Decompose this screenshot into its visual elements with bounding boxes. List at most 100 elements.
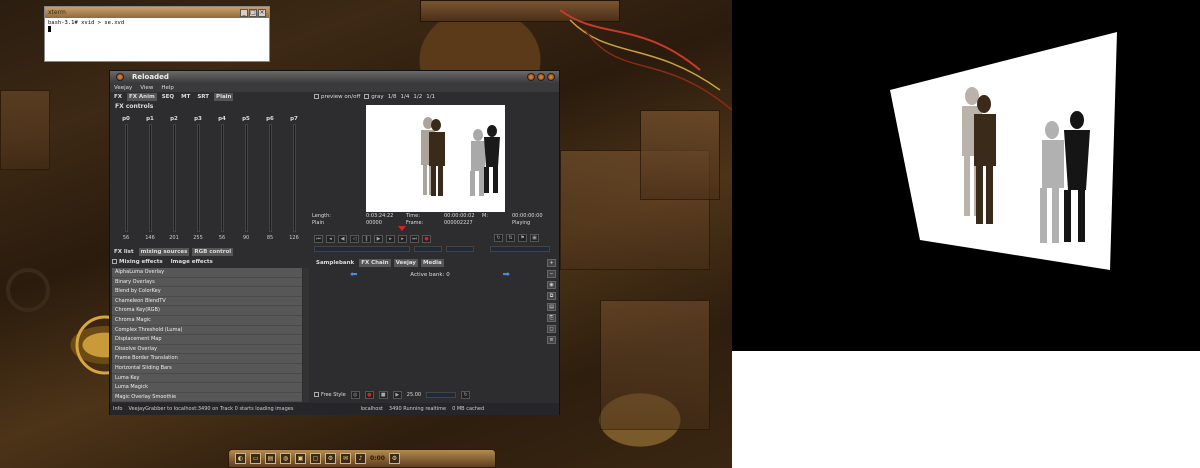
list-icon[interactable]: ≡ [547,336,556,344]
list-item[interactable]: Binary Overlays [112,278,302,288]
zoom-gray[interactable]: gray [364,94,384,100]
video-output-window[interactable] [732,0,1200,351]
eye-icon[interactable]: ◎ [350,391,360,399]
fps-value[interactable]: 25.00 [407,392,421,398]
add-sample-icon[interactable]: + [547,259,556,267]
monitor-icon[interactable]: ▣ [295,453,306,464]
clear-icon[interactable]: ◻ [547,325,556,333]
param-slider[interactable]: p1 146 [141,116,159,246]
list-item[interactable]: Horizontal Sliding Bars [112,364,302,374]
param-slider[interactable]: p0 56 [117,116,135,246]
list-item[interactable]: Luma Key [112,374,302,384]
tab-rgb-control[interactable]: RGB control [192,248,234,256]
checkbox-icon[interactable] [112,259,117,264]
stop-icon[interactable]: ■ [378,391,388,399]
refresh-icon[interactable]: ↻ [461,391,471,399]
free-style-toggle[interactable]: Free Style [314,392,346,398]
checkbox-icon[interactable] [314,94,319,99]
param-slider[interactable]: p5 90 [237,116,255,246]
tab-samplebank[interactable]: Samplebank [314,259,356,267]
list-item[interactable]: Chroma Key(RGB) [112,306,302,316]
param-slider[interactable]: p2 201 [165,116,183,246]
marker-slider[interactable] [490,246,550,252]
close-icon[interactable]: × [258,8,266,17]
tab-mixing-effects[interactable]: Mixing effects [112,259,163,265]
tab-fx[interactable]: FX [112,93,124,101]
list-item[interactable]: Magic Overlay Smoothie [112,393,302,402]
zoom-1-4[interactable]: 1/4 [401,94,410,100]
goto-end-icon[interactable]: ⏭ [410,235,419,243]
slow-slider[interactable] [446,246,474,252]
tab-mixing-sources[interactable]: mixing sources [138,248,190,256]
speed-icon[interactable]: ⇅ [506,234,515,242]
maximize-icon[interactable]: □ [249,8,257,17]
fx-list[interactable]: AlphaLuma Overlay Binary Overlays Blend … [112,268,302,402]
snapshot-icon[interactable]: ▣ [530,234,539,242]
minimize-icon[interactable]: _ [240,8,248,17]
param-slider[interactable]: p6 85 [261,116,279,246]
active-bank-value[interactable]: 0 [446,272,450,278]
speed-slider[interactable] [414,246,442,252]
maximize-icon[interactable] [537,73,545,81]
list-item[interactable]: Chroma Magic [112,316,302,326]
param-slider[interactable]: p4 56 [213,116,231,246]
bank-next-icon[interactable]: ➡ [502,270,510,280]
start-menu-icon[interactable]: ◐ [235,453,246,464]
playhead-marker-icon[interactable] [398,226,406,231]
minimize-icon[interactable] [527,73,535,81]
menu-help[interactable]: Help [161,85,174,91]
gear-icon[interactable]: ⚙ [388,453,400,464]
zoom-1-1[interactable]: 1/1 [426,94,435,100]
slider-track[interactable] [196,124,200,232]
slider-track[interactable] [220,124,224,232]
record-icon[interactable]: ● [422,235,431,243]
loop-icon[interactable]: ↻ [494,234,503,242]
checkbox-icon[interactable] [364,94,370,99]
list-item[interactable]: Displacement Map [112,335,302,345]
tab-seq[interactable]: SEQ [160,93,176,101]
goto-start-icon[interactable]: ⏮ [314,235,323,243]
save-icon[interactable]: ▤ [547,303,556,311]
zoom-1-8[interactable]: 1/8 [388,94,397,100]
terminal-body[interactable]: bash-3.1# xvid > se.xvd [45,18,269,35]
timeline-slider[interactable] [314,246,410,252]
fx-list-scrollbar[interactable] [303,268,309,402]
pause-icon[interactable]: ‖ [362,235,371,243]
tab-fx-list[interactable]: FX list [112,248,136,256]
play-sample-icon[interactable]: ▶ [392,391,402,399]
slider-track[interactable] [244,124,248,232]
tab-fx-chain[interactable]: FX Chain [359,259,391,267]
slider-track[interactable] [124,124,128,232]
list-item[interactable]: Chameleon BlendTV [112,297,302,307]
list-item[interactable]: Frame Border Translation [112,354,302,364]
copy-icon[interactable]: ⧉ [547,292,556,300]
rewind-icon[interactable]: ◀ [338,235,347,243]
prev-frame-icon[interactable]: ◂ [326,235,335,243]
tab-veejay[interactable]: Veejay [393,259,419,267]
next-frame-icon[interactable]: ▸ [398,235,407,243]
checkbox-icon[interactable] [314,392,319,397]
menu-view[interactable]: View [140,85,153,91]
audio-icon[interactable]: ♪ [355,453,366,464]
terminal-icon[interactable]: ▭ [250,453,261,464]
close-icon[interactable] [547,73,555,81]
menu-veejay[interactable]: Veejay [114,85,132,91]
bank-prev-icon[interactable]: ⬅ [350,270,358,280]
slider-track[interactable] [292,124,296,232]
list-item[interactable]: AlphaLuma Overlay [112,268,302,278]
list-item[interactable]: Complex Threshold (Luma) [112,326,302,336]
browser-icon[interactable]: ◍ [280,453,291,464]
tab-image-effects[interactable]: Image effects [171,259,213,265]
forward-icon[interactable]: ▸ [386,235,395,243]
list-item[interactable]: Luma Magick [112,383,302,393]
window-titlebar[interactable]: Reloaded [110,71,559,83]
reloaded-window[interactable]: Reloaded Veejay View Help FX FX Anim SEQ… [109,70,560,415]
tab-plain[interactable]: Plain [214,93,234,101]
tab-srt[interactable]: SRT [195,93,211,101]
settings-icon[interactable]: ⚙ [325,453,336,464]
param-slider[interactable]: p7 126 [285,116,303,246]
play-icon[interactable]: ▶ [374,235,383,243]
paste-icon[interactable]: ⎘ [547,314,556,322]
xterm-window[interactable]: xterm _ □ × bash-3.1# xvid > se.xvd [44,6,270,62]
slider-track[interactable] [172,124,176,232]
